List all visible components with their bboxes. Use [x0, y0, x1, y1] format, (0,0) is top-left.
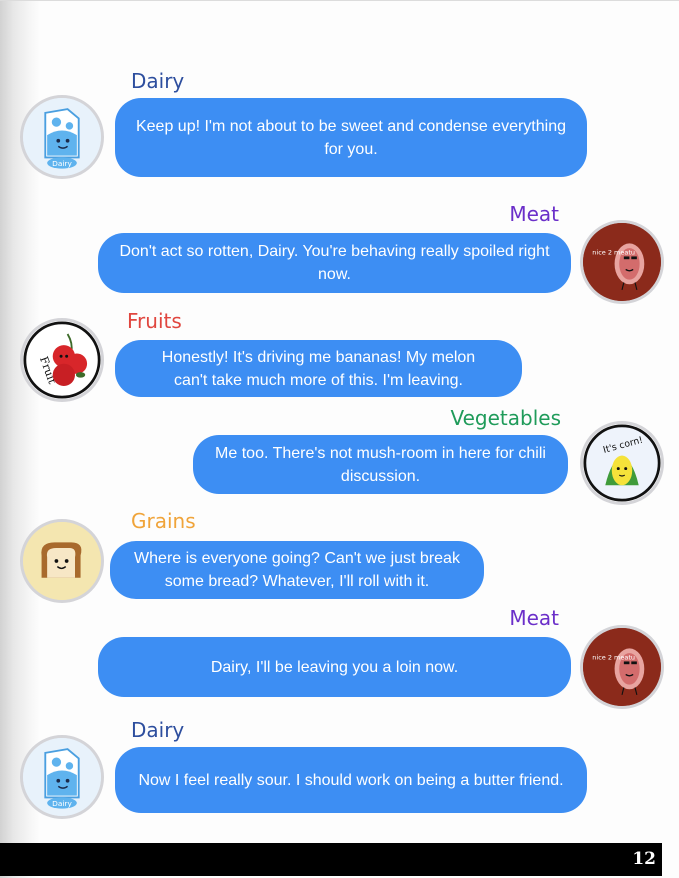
meat-avatar: nice 2 meatu	[580, 625, 664, 709]
speaker-name-dairy: Dairy	[131, 69, 185, 93]
grains-avatar	[20, 519, 104, 603]
speaker-name-meat: Meat	[509, 606, 559, 630]
milk-carton-icon: Dairy	[23, 738, 101, 816]
vegetables-avatar: It's corn!	[580, 421, 664, 505]
page-number: 12	[632, 849, 656, 869]
corn-icon: It's corn!	[583, 424, 661, 502]
svg-text:nice 2 meatu: nice 2 meatu	[592, 249, 635, 257]
speaker-name-grains: Grains	[131, 509, 196, 533]
svg-text:nice 2 meatu: nice 2 meatu	[592, 654, 635, 662]
steak-icon: nice 2 meatu	[583, 628, 661, 706]
milk-carton-icon: Dairy	[23, 98, 101, 176]
message-bubble-fruits: Honestly! It's driving me bananas! My me…	[115, 340, 522, 397]
svg-text:Dairy: Dairy	[52, 159, 72, 168]
speaker-name-dairy: Dairy	[131, 718, 185, 742]
bread-icon	[23, 522, 101, 600]
dairy-avatar: Dairy	[20, 95, 104, 179]
message-bubble-meat: Don't act so rotten, Dairy. You're behav…	[98, 233, 571, 293]
meat-avatar: nice 2 meatu	[580, 220, 664, 304]
cherries-icon: Fruit	[23, 321, 101, 399]
page-footer: 12	[0, 843, 662, 876]
fruits-avatar: Fruit	[20, 318, 104, 402]
steak-icon: nice 2 meatu	[583, 223, 661, 301]
message-bubble-meat: Dairy, I'll be leaving you a loin now.	[98, 637, 571, 697]
page: Dairy Dairy Keep up! I'm not about to be…	[0, 0, 679, 878]
message-bubble-grains: Where is everyone going? Can't we just b…	[110, 541, 484, 599]
message-bubble-dairy: Now I feel really sour. I should work on…	[115, 747, 587, 813]
speaker-name-fruits: Fruits	[127, 309, 182, 333]
message-bubble-vegetables: Me too. There's not mush-room in here fo…	[193, 435, 568, 494]
dairy-avatar: Dairy	[20, 735, 104, 819]
speaker-name-vegetables: Vegetables	[450, 406, 561, 430]
svg-text:Dairy: Dairy	[52, 799, 72, 808]
top-border	[0, 0, 679, 1]
message-bubble-dairy: Keep up! I'm not about to be sweet and c…	[115, 98, 587, 177]
speaker-name-meat: Meat	[509, 202, 559, 226]
